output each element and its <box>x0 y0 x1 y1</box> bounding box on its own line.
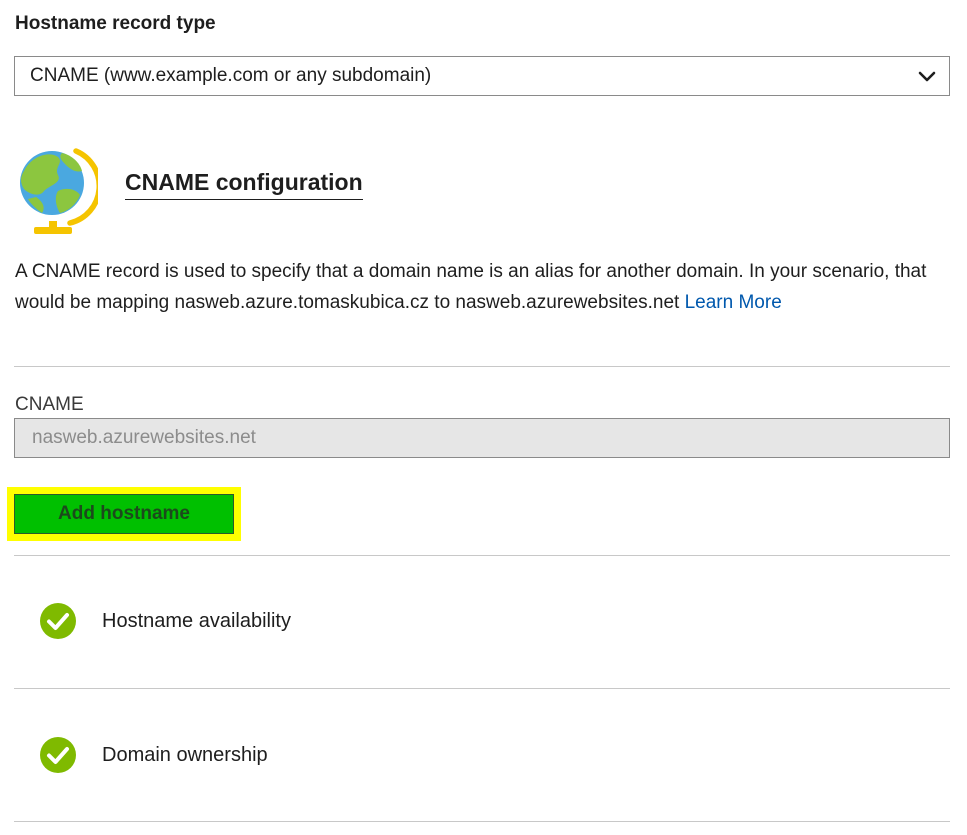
check-circle-icon <box>40 737 76 773</box>
cname-input[interactable] <box>14 418 950 458</box>
learn-more-link[interactable]: Learn More <box>685 292 782 313</box>
check-hostname-availability: Hostname availability <box>40 603 291 639</box>
chevron-down-icon <box>918 71 936 82</box>
globe-icon <box>20 148 98 234</box>
divider <box>14 688 950 689</box>
check-domain-ownership: Domain ownership <box>40 737 268 773</box>
cname-configuration-title: CNAME configuration <box>125 168 363 200</box>
divider <box>14 366 950 367</box>
record-type-label: Hostname record type <box>15 13 216 34</box>
add-hostname-button[interactable]: Add hostname <box>14 494 234 534</box>
divider <box>14 821 950 822</box>
check-label: Domain ownership <box>102 743 268 766</box>
hostname-blade: Hostname record type CNAME (www.example.… <box>0 0 967 835</box>
cname-description-text: A CNAME record is used to specify that a… <box>15 261 927 313</box>
divider <box>14 555 950 556</box>
record-type-selected-value: CNAME (www.example.com or any subdomain) <box>30 65 432 86</box>
record-type-dropdown[interactable]: CNAME (www.example.com or any subdomain) <box>14 56 950 96</box>
cname-field-label: CNAME <box>15 394 84 415</box>
check-label: Hostname availability <box>102 609 291 632</box>
check-circle-icon <box>40 603 76 639</box>
cname-description: A CNAME record is used to specify that a… <box>15 257 945 318</box>
